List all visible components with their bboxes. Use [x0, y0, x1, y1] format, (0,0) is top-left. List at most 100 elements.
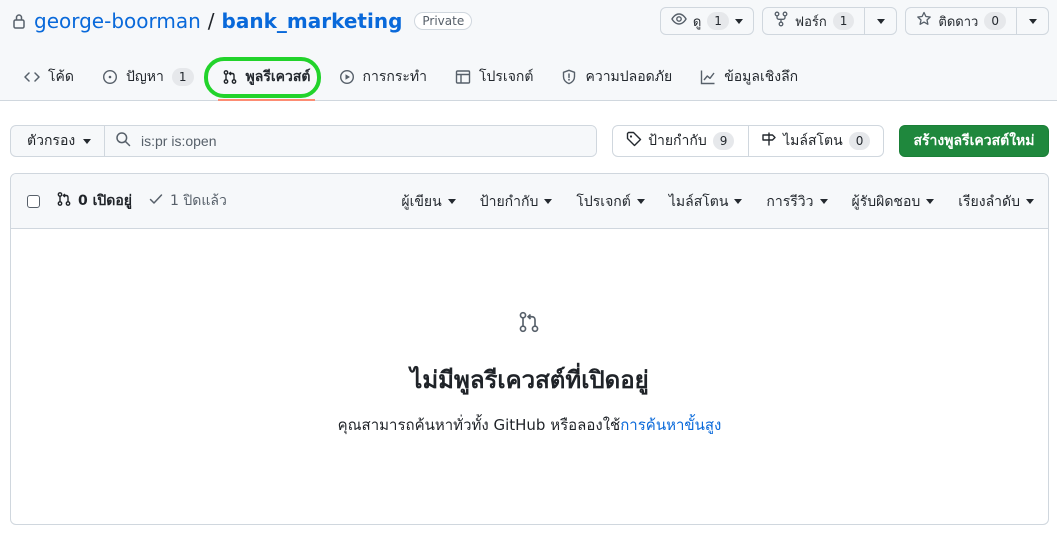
sort-dropdown[interactable]: เรียงลำดับ [958, 191, 1034, 213]
closed-filter-link[interactable]: 1 ปิดแล้ว [148, 190, 227, 212]
lock-icon [10, 12, 28, 30]
labels-milestones-group: ป้ายกำกับ 9 ไมล์สโตน 0 [612, 125, 884, 157]
watch-label: ดู [692, 14, 702, 30]
tab-label: ปัญหา [125, 69, 164, 85]
tab-code[interactable]: โค้ด [10, 58, 88, 96]
git-pull-request-icon [222, 69, 238, 85]
filter-dropdown-label: การรีวิว [766, 193, 814, 210]
tab-pull-requests[interactable]: พูลรีเควสต์ [208, 58, 325, 101]
chevron-down-icon [926, 199, 935, 204]
star-icon [916, 11, 932, 31]
review-filter-dropdown[interactable]: การรีวิว [766, 191, 828, 213]
advanced-search-link[interactable]: การค้นหาขั้นสูง [620, 416, 721, 434]
search-input[interactable] [141, 133, 561, 149]
watch-button-group: ดู 1 [659, 7, 754, 35]
chevron-down-icon [83, 138, 92, 144]
chevron-down-icon [819, 199, 828, 204]
blankslate-text: คุณสามารถค้นหาทั่วทั้ง GitHub หรือลองใช้ [337, 416, 621, 434]
chevron-down-icon [544, 199, 553, 204]
git-pull-request-icon [517, 310, 541, 334]
star-button[interactable]: ติดดาว 0 [906, 8, 1016, 34]
tab-security[interactable]: ความปลอดภัย [547, 58, 686, 96]
eye-icon [671, 11, 687, 31]
blankslate: ไม่มีพูลรีเควสต์ที่เปิดอยู่ คุณสามารถค้น… [11, 230, 1048, 524]
tab-label: ข้อมูลเชิงลึก [724, 69, 799, 85]
watch-button[interactable]: ดู 1 [661, 8, 753, 34]
filter-dropdown-label: ไมล์สโตน [668, 193, 729, 210]
star-count: 0 [984, 12, 1006, 30]
milestones-count: 0 [848, 132, 871, 150]
labels-label: ป้ายกำกับ [648, 133, 707, 149]
filter-dropdown-label: ป้ายกำกับ [479, 193, 539, 210]
filter-dropdown-label: เรียงลำดับ [958, 193, 1020, 210]
star-label: ติดดาว [938, 14, 979, 30]
new-pull-request-button[interactable]: สร้างพูลรีเควสต์ใหม่ [899, 125, 1049, 157]
fork-count: 1 [832, 12, 855, 30]
tag-icon [626, 131, 642, 151]
label-filter-dropdown[interactable]: ป้ายกำกับ [480, 191, 553, 213]
author-filter-dropdown[interactable]: ผู้เขียน [401, 191, 456, 213]
repo-name-link[interactable]: bank_marketing [222, 9, 403, 33]
blankslate-title: ไม่มีพูลรีเควสต์ที่เปิดอยู่ [410, 366, 649, 394]
repo-tabs: โค้ด ปัญหา 1 พูลรีเควสต์ การกระทำ โปรเจก… [10, 58, 812, 101]
closed-count-label: 1 ปิดแล้ว [170, 193, 227, 209]
pull-request-list: 0 เปิดอยู่ 1 ปิดแล้ว ผู้เขียน ป้ายกำกับ … [10, 173, 1049, 525]
list-header: 0 เปิดอยู่ 1 ปิดแล้ว ผู้เขียน ป้ายกำกับ … [11, 174, 1048, 229]
tab-insights[interactable]: ข้อมูลเชิงลึก [686, 58, 812, 96]
filter-bar: ตัวกรอง ป้ายกำกับ 9 ไมล์สโตน 0 สร้างพูลร… [10, 125, 1049, 157]
repo-title: george-boorman / bank_marketing Private [10, 6, 473, 36]
select-all-checkbox[interactable] [27, 194, 40, 208]
labels-count: 9 [712, 132, 735, 150]
chevron-down-icon [447, 199, 456, 204]
tab-label: การกระทำ [362, 69, 427, 85]
fork-icon [773, 11, 789, 31]
graph-icon [700, 69, 716, 85]
play-icon [339, 69, 355, 85]
fork-label: ฟอร์ก [794, 14, 827, 30]
tab-count: 1 [171, 68, 194, 86]
visibility-badge: Private [414, 12, 473, 30]
tab-actions[interactable]: การกระทำ [325, 58, 441, 96]
repo-owner-link[interactable]: george-boorman [34, 9, 201, 33]
assignee-filter-dropdown[interactable]: ผู้รับผิดชอบ [852, 191, 935, 213]
star-button-group: ติดดาว 0 [905, 7, 1049, 35]
sort-filters: ผู้เขียน ป้ายกำกับ โปรเจกต์ ไมล์สโตน การ… [401, 174, 1034, 229]
filters-dropdown-button[interactable]: ตัวกรอง [11, 126, 105, 156]
fork-dropdown-button[interactable] [864, 8, 896, 34]
tab-label: ความปลอดภัย [585, 69, 673, 85]
tab-label: โค้ด [48, 69, 74, 85]
open-filter-link[interactable]: 0 เปิดอยู่ [56, 190, 132, 212]
check-icon [148, 191, 164, 211]
chevron-down-icon [1028, 18, 1037, 24]
shield-icon [561, 69, 577, 85]
milestones-button[interactable]: ไมล์สโตน 0 [747, 126, 884, 156]
tab-label: พูลรีเควสต์ [245, 69, 311, 85]
fork-button[interactable]: ฟอร์ก 1 [763, 8, 865, 34]
filter-dropdown-label: โปรเจกต์ [576, 193, 631, 210]
repo-actions: ดู 1 ฟอร์ก 1 ติดดาว 0 [659, 7, 1049, 35]
labels-button[interactable]: ป้ายกำกับ 9 [613, 126, 748, 156]
tab-projects[interactable]: โปรเจกต์ [441, 58, 547, 96]
star-dropdown-button[interactable] [1016, 8, 1048, 34]
git-pull-request-icon [56, 191, 72, 211]
table-icon [455, 69, 471, 85]
repo-header: george-boorman / bank_marketing Private … [0, 0, 1057, 101]
fork-button-group: ฟอร์ก 1 [761, 7, 898, 35]
filter-dropdown-label: ผู้รับผิดชอบ [851, 193, 921, 210]
milestone-icon [761, 131, 777, 151]
watch-count: 1 [707, 12, 729, 30]
milestone-filter-dropdown[interactable]: ไมล์สโตน [669, 191, 743, 213]
chevron-down-icon [636, 199, 645, 204]
chevron-down-icon [734, 18, 743, 24]
search-icon [115, 131, 131, 151]
tab-issues[interactable]: ปัญหา 1 [88, 58, 208, 96]
repo-separator: / [207, 9, 215, 33]
state-toggles: 0 เปิดอยู่ 1 ปิดแล้ว [56, 190, 227, 212]
milestones-label: ไมล์สโตน [783, 133, 843, 149]
search-field [105, 126, 596, 156]
tab-label: โปรเจกต์ [478, 69, 534, 85]
code-icon [24, 69, 40, 85]
project-filter-dropdown[interactable]: โปรเจกต์ [576, 191, 645, 213]
filters-label: ตัวกรอง [27, 133, 76, 149]
chevron-down-icon [734, 199, 743, 204]
